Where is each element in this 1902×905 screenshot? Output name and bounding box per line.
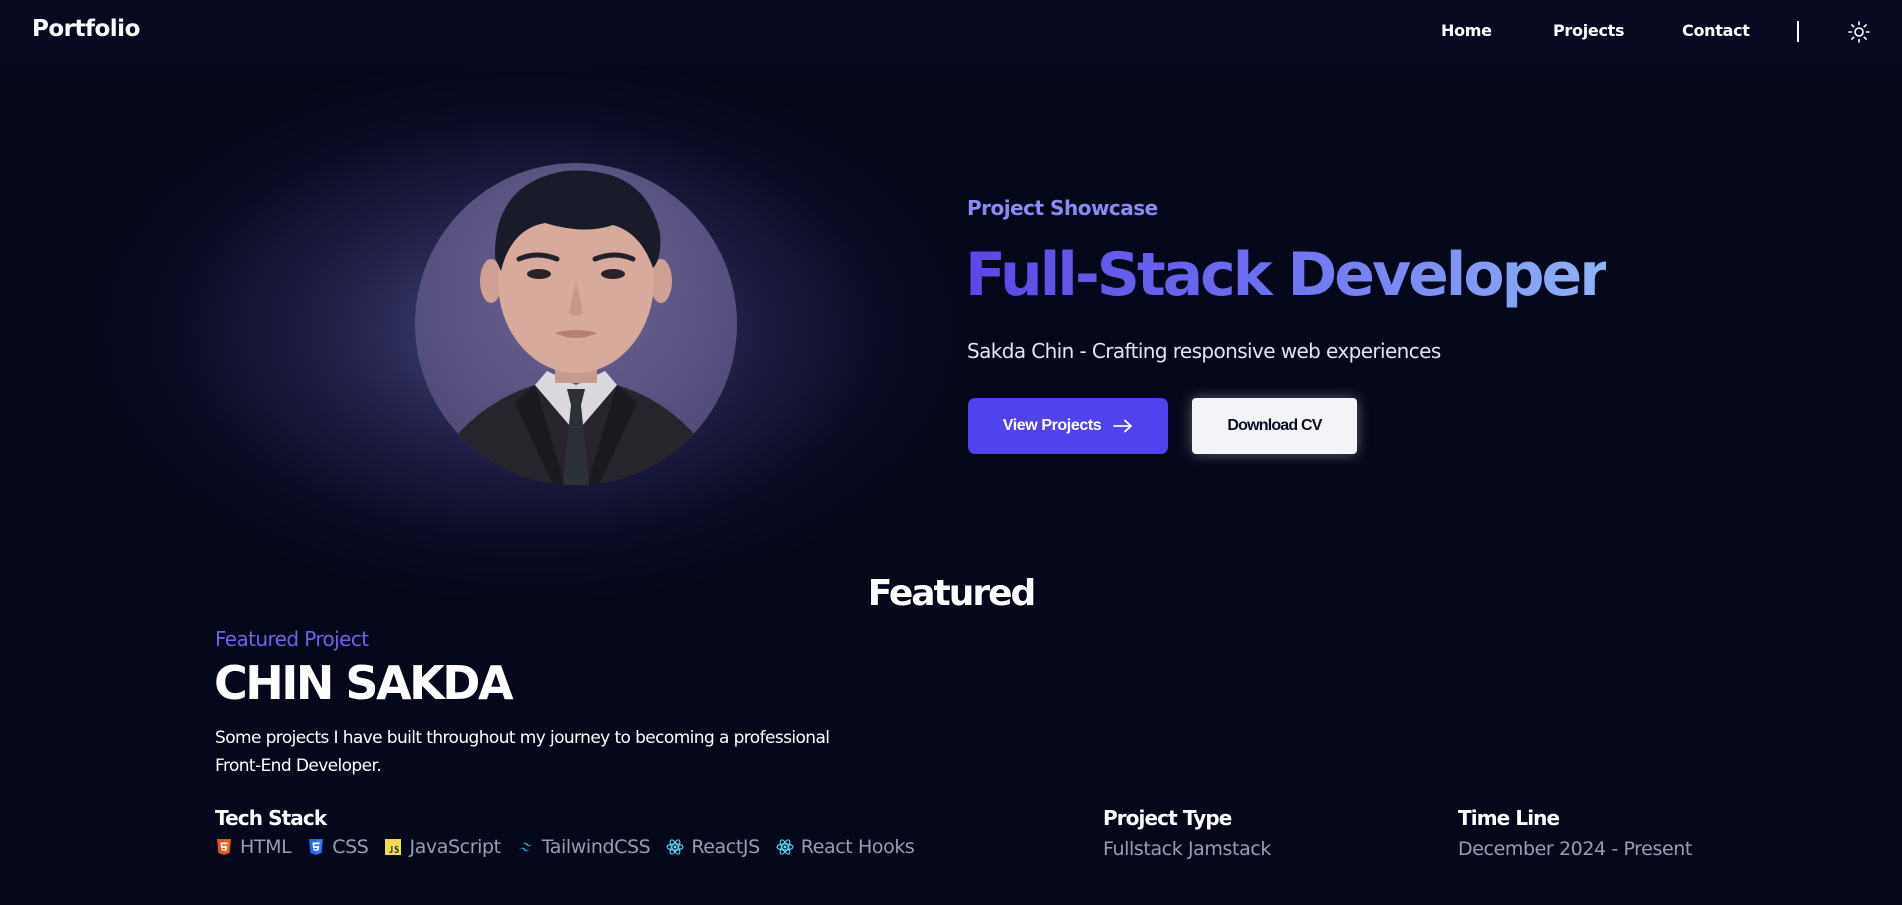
tech-item-label: React Hooks	[800, 836, 915, 858]
profile-photo	[435, 170, 717, 485]
tech-item-css: CSS	[307, 836, 369, 858]
react-icon	[666, 839, 684, 855]
javascript-icon	[385, 839, 402, 855]
timeline-value: December 2024 - Present	[1458, 838, 1692, 860]
brand-logo[interactable]: Portfolio	[32, 16, 140, 42]
tech-item-label: CSS	[332, 836, 369, 858]
featured-eyebrow: Featured Project	[215, 627, 369, 651]
react-icon	[776, 839, 794, 855]
tech-stack-list: HTML CSS JavaScript TailwindCSS ReactJS …	[215, 836, 915, 858]
view-projects-label: View Projects	[1002, 417, 1102, 434]
hero-subtitle: Sakda Chin - Crafting responsive web exp…	[967, 339, 1441, 363]
download-cv-button[interactable]: Download CV	[1192, 398, 1357, 454]
portfolio-page: Portfolio Home Projects Contact Project …	[0, 0, 1902, 905]
tailwind-icon	[518, 842, 533, 852]
hero-eyebrow: Project Showcase	[967, 196, 1158, 220]
profile-avatar	[415, 163, 737, 485]
hero-title: Full-Stack Developer	[965, 240, 1609, 310]
tech-item-label: TailwindCSS	[541, 836, 651, 858]
top-navbar: Portfolio Home Projects Contact	[0, 0, 1902, 66]
tech-item-label: JavaScript	[409, 836, 501, 858]
project-type-value: Fullstack Jamstack	[1103, 838, 1271, 860]
nav-divider	[1797, 21, 1799, 42]
tech-item-javascript: JavaScript	[384, 836, 501, 858]
tech-item-label: ReactJS	[691, 836, 760, 858]
arrow-right-icon	[1113, 419, 1133, 433]
theme-toggle-button[interactable]	[1847, 20, 1871, 44]
featured-project-description: Some projects I have built throughout my…	[215, 728, 830, 776]
timeline-label: Time Line	[1458, 806, 1560, 830]
tech-item-label: HTML	[240, 836, 292, 858]
css3-icon	[309, 839, 324, 855]
html5-icon	[217, 839, 231, 855]
tech-item-react-hooks: React Hooks	[776, 836, 915, 858]
project-type-label: Project Type	[1103, 806, 1232, 830]
tech-stack-label: Tech Stack	[215, 806, 327, 830]
tech-item-tailwindcss: TailwindCSS	[517, 836, 651, 858]
sun-icon	[1848, 21, 1870, 43]
nav-link-projects[interactable]: Projects	[1553, 21, 1625, 40]
featured-section-title: Featured	[867, 573, 1037, 614]
tech-item-reactjs: ReactJS	[666, 836, 760, 858]
tech-item-html: HTML	[215, 836, 292, 858]
view-projects-button[interactable]: View Projects	[968, 398, 1168, 454]
featured-project-title: CHIN SAKDA	[214, 656, 514, 710]
nav-link-home[interactable]: Home	[1441, 21, 1492, 40]
nav-link-contact[interactable]: Contact	[1682, 21, 1750, 40]
